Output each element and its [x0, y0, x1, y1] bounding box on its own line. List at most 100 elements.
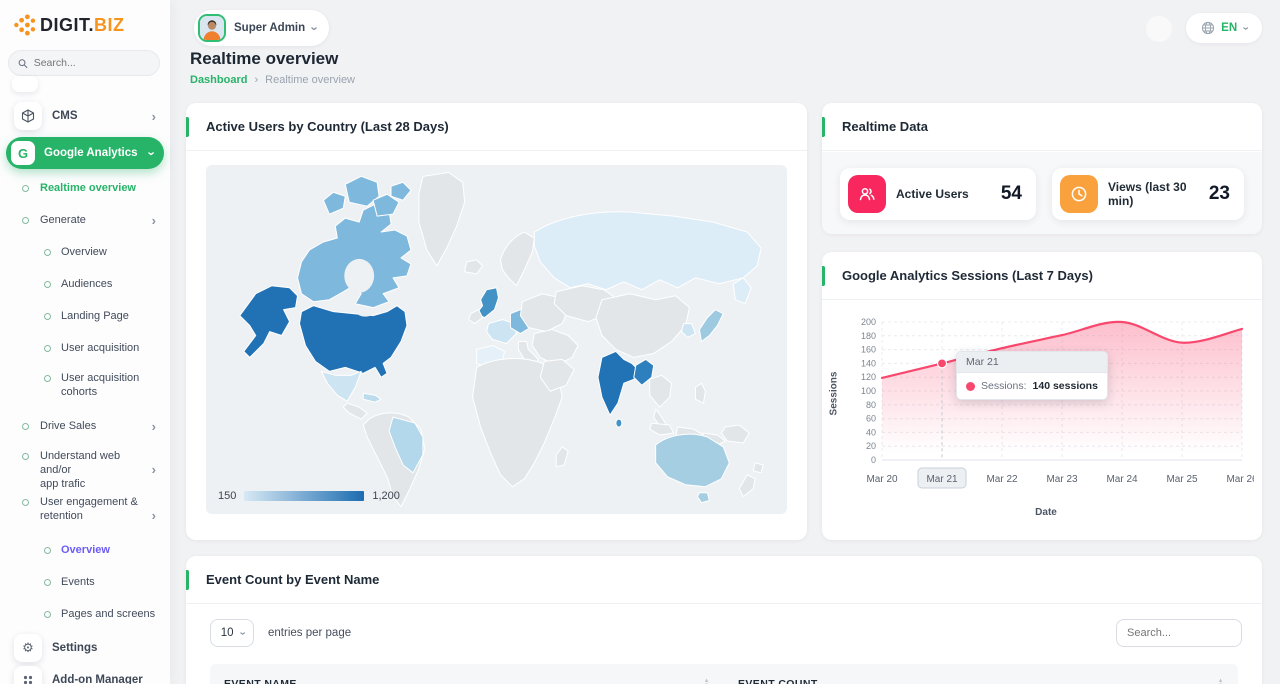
chevron-right-icon: ›: [152, 509, 156, 522]
chevron-down-icon: ›: [1239, 26, 1250, 30]
sidebar-item-pages-and-screens[interactable]: Pages and screens: [0, 605, 170, 623]
bullet-icon: [22, 423, 29, 430]
sessions-chart-card: Google Analytics Sessions (Last 7 Days) …: [822, 252, 1262, 540]
map-legend: 150 1,200: [218, 490, 400, 502]
card-header: Google Analytics Sessions (Last 7 Days): [822, 252, 1262, 300]
sidebar-item-understand-traffic[interactable]: Understand web and/orapp trafic ›: [0, 449, 170, 481]
svg-text:160: 160: [861, 345, 876, 355]
language-code: EN: [1221, 22, 1237, 34]
svg-text:200: 200: [861, 317, 876, 327]
svg-text:0: 0: [871, 455, 876, 465]
gear-icon: ⚙: [14, 634, 42, 662]
bullet-icon: [44, 345, 51, 352]
table-header-row: EVENT NAME ▲▼ EVENT COUNT ▲▼: [210, 664, 1238, 684]
column-header-event-count[interactable]: EVENT COUNT ▲▼: [724, 678, 1238, 684]
active-users-map-card: Active Users by Country (Last 28 Days): [186, 103, 807, 540]
card-title: Realtime Data: [842, 119, 928, 134]
svg-text:Mar 23: Mar 23: [1046, 474, 1078, 485]
sidebar-item-realtime-overview[interactable]: Realtime overview: [0, 179, 170, 197]
world-map-svg: [206, 165, 787, 514]
sidebar-search-input[interactable]: [34, 57, 150, 69]
svg-text:80: 80: [866, 400, 876, 410]
event-count-card: Event Count by Event Name 10 › entries p…: [186, 556, 1262, 684]
chevron-right-icon: ›: [152, 214, 156, 227]
card-header: Realtime Data: [822, 103, 1262, 151]
bullet-icon: [44, 375, 51, 382]
card-title: Event Count by Event Name: [206, 572, 379, 587]
stat-value: 23: [1209, 183, 1230, 205]
series-marker-icon: [966, 382, 975, 391]
breadcrumb: Dashboard › Realtime overview: [190, 74, 355, 86]
sidebar-item-user-engagement[interactable]: User engagement &retention ›: [0, 495, 170, 527]
chevron-right-icon: ›: [152, 420, 156, 433]
svg-text:Mar 22: Mar 22: [986, 474, 1018, 485]
sidebar-item-overview[interactable]: Overview: [0, 243, 170, 261]
svg-text:Mar 26: Mar 26: [1226, 474, 1254, 485]
table-search-input[interactable]: [1116, 619, 1242, 647]
user-menu[interactable]: Super Admin ›: [194, 10, 329, 46]
user-name: Super Admin: [234, 22, 305, 34]
sidebar-item-user-acquisition[interactable]: User acquisition: [0, 339, 170, 357]
sort-icon: ▲▼: [704, 679, 710, 684]
svg-text:40: 40: [866, 427, 876, 437]
bullet-icon: [22, 499, 29, 506]
sidebar-item-addon-manager[interactable]: Add-on Manager: [0, 666, 170, 684]
sidebar-item-user-acquisition-cohorts[interactable]: User acquisition cohorts: [0, 371, 170, 401]
chart-tooltip: Mar 21 Sessions: 140 sessions: [956, 351, 1108, 400]
svg-text:60: 60: [866, 414, 876, 424]
sidebar-search[interactable]: [8, 50, 160, 76]
users-icon: [848, 175, 886, 213]
sidebar-item-google-analytics[interactable]: G Google Analytics ›: [6, 137, 164, 169]
sidebar-item-landing-page[interactable]: Landing Page: [0, 307, 170, 325]
google-analytics-icon: G: [11, 141, 35, 165]
stat-value: 54: [1001, 183, 1022, 205]
breadcrumb-separator: ›: [254, 74, 258, 86]
bullet-icon: [44, 313, 51, 320]
avatar: [198, 14, 226, 42]
globe-icon: [1201, 21, 1215, 35]
y-axis-label: Sessions: [828, 372, 839, 416]
logo-text: DIGIT.BIZ: [40, 15, 125, 36]
svg-text:20: 20: [866, 441, 876, 451]
bullet-icon: [22, 185, 29, 192]
card-title: Active Users by Country (Last 28 Days): [206, 119, 449, 134]
svg-text:Mar 25: Mar 25: [1166, 474, 1198, 485]
bullet-icon: [44, 249, 51, 256]
x-axis-label: Date: [838, 507, 1254, 518]
theme-toggle-button[interactable]: [1146, 16, 1172, 42]
bullet-icon: [44, 611, 51, 618]
sessions-chart[interactable]: Sessions 020406080100120140160180200Mar …: [838, 310, 1254, 534]
sidebar-item-drive-sales[interactable]: Drive Sales ›: [0, 417, 170, 435]
card-title: Google Analytics Sessions (Last 7 Days): [842, 268, 1093, 283]
sessions-chart-svg: 020406080100120140160180200Mar 20Mar 21M…: [838, 310, 1254, 534]
sidebar-item-overview-engagement[interactable]: Overview: [0, 541, 170, 559]
app-logo[interactable]: DIGIT.BIZ: [13, 13, 125, 37]
world-map[interactable]: 150 1,200: [206, 165, 787, 514]
sidebar-item-generate[interactable]: Generate ›: [0, 211, 170, 229]
svg-text:Mar 24: Mar 24: [1106, 474, 1138, 485]
language-selector[interactable]: EN ›: [1186, 13, 1262, 43]
bullet-icon: [44, 579, 51, 586]
entries-per-page-label: entries per page: [268, 627, 351, 639]
sidebar-item-settings[interactable]: ⚙ Settings: [0, 634, 170, 662]
column-header-event-name[interactable]: EVENT NAME ▲▼: [210, 678, 724, 684]
active-users-stat: Active Users 54: [840, 168, 1036, 220]
legend-min: 150: [218, 490, 236, 502]
legend-max: 1,200: [372, 490, 400, 502]
svg-text:140: 140: [861, 358, 876, 368]
search-icon: [18, 58, 28, 69]
bullet-icon: [44, 281, 51, 288]
chevron-down-icon: ›: [145, 151, 158, 155]
cube-icon: [14, 102, 42, 130]
tooltip-series-label: Sessions:: [981, 380, 1027, 392]
breadcrumb-current: Realtime overview: [265, 74, 355, 86]
stat-label: Active Users: [896, 187, 991, 201]
breadcrumb-dashboard[interactable]: Dashboard: [190, 74, 247, 86]
sidebar-item-cms[interactable]: CMS ›: [0, 102, 170, 130]
page-size-select[interactable]: 10 ›: [210, 619, 254, 647]
svg-text:Mar 20: Mar 20: [866, 474, 898, 485]
sidebar-item-events[interactable]: Events: [0, 573, 170, 591]
card-header: Event Count by Event Name: [186, 556, 1262, 604]
svg-text:Mar 21: Mar 21: [926, 474, 958, 485]
sidebar-item-audiences[interactable]: Audiences: [0, 275, 170, 293]
